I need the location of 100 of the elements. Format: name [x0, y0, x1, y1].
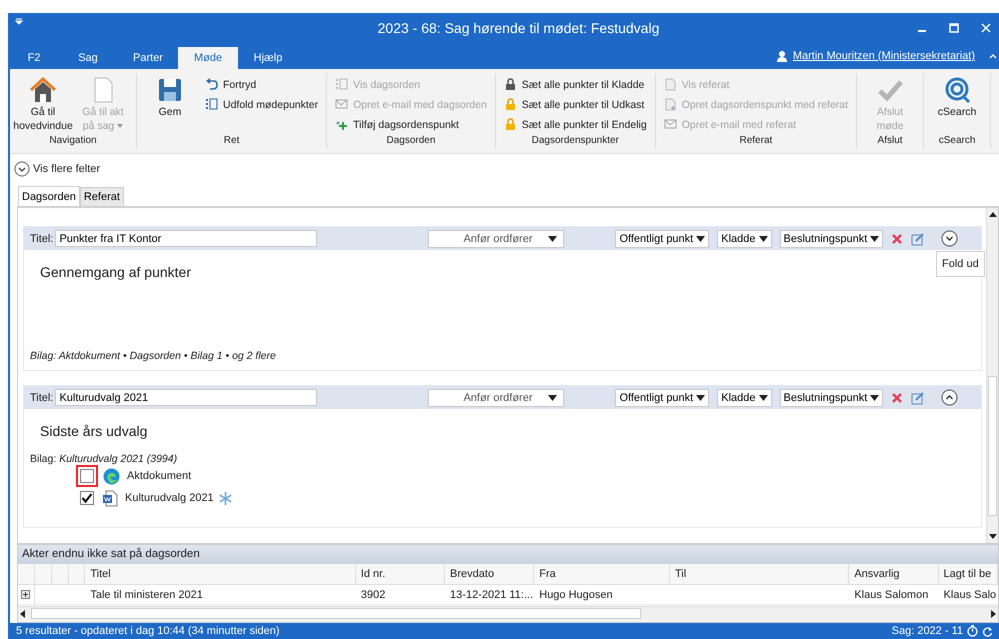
- checkbox[interactable]: [80, 491, 94, 505]
- ribbon-button[interactable]: Sæt alle punkter til Udkast: [502, 95, 649, 114]
- ribbon-tab[interactable]: Sag: [58, 47, 118, 69]
- status-dropdown[interactable]: Offentligt punkt: [615, 388, 710, 406]
- table-cell: Klaus Salo: [944, 588, 996, 600]
- ribbon-button[interactable]: Sæt alle punkter til Kladde: [502, 75, 649, 94]
- ribbon-tab[interactable]: Parter: [118, 47, 178, 69]
- horizontal-scrollbar[interactable]: [18, 606, 998, 620]
- title-label: Titel:: [30, 232, 54, 244]
- caret-icon: [696, 236, 706, 242]
- table-cell: Klaus Salomon: [854, 588, 928, 600]
- title-label: Titel:: [30, 392, 54, 404]
- column-header[interactable]: Fra: [534, 564, 670, 584]
- caret-icon: [870, 394, 880, 400]
- column-header[interactable]: Titel: [85, 564, 356, 584]
- edit-icon[interactable]: [911, 390, 926, 404]
- column-header[interactable]: Id nr.: [356, 564, 446, 584]
- caret-icon: [548, 394, 558, 400]
- document-name: Aktdokument: [127, 470, 192, 482]
- grid-title: Akter endnu ikke sat på dagsorden: [18, 545, 998, 564]
- edit-icon[interactable]: [911, 232, 926, 246]
- status-dropdown[interactable]: Beslutningspunkt: [780, 388, 884, 406]
- lock-icon: [504, 78, 517, 91]
- ribbon-group-label: Navigation: [48, 135, 98, 148]
- ribbon-tab[interactable]: Møde: [178, 47, 238, 69]
- title-field[interactable]: Kulturudvalg 2021: [55, 389, 318, 406]
- quick-access-icon[interactable]: [15, 17, 23, 25]
- checkbox[interactable]: [80, 469, 94, 483]
- ribbon-button[interactable]: Gem: [143, 73, 197, 135]
- expand-row-icon[interactable]: [21, 590, 30, 599]
- caret-icon: [548, 236, 558, 242]
- column-header[interactable]: Til: [670, 564, 850, 584]
- attachments-text: Bilag: Kulturudvalg 2021 (3994): [30, 453, 178, 465]
- envelope-icon: [664, 118, 677, 131]
- status-dropdown[interactable]: Kladde: [717, 230, 772, 248]
- browser-icon: [103, 468, 120, 484]
- ribbon-button[interactable]: Gå til hovedvindue: [16, 73, 70, 135]
- title-field[interactable]: Punkter fra IT Kontor: [55, 230, 318, 247]
- collapse-icon[interactable]: [941, 389, 958, 406]
- scroll-up-icon[interactable]: [988, 212, 996, 217]
- case-number: Sag: 2022 - 11: [892, 625, 963, 637]
- timer-icon: [967, 625, 978, 637]
- table-cell: Tale til ministeren 2021: [90, 588, 203, 600]
- content-tab[interactable]: Dagsorden: [18, 186, 80, 206]
- ribbon-tab[interactable]: F2: [10, 47, 58, 69]
- rapporteur-dropdown[interactable]: Anfør ordfører: [428, 388, 564, 406]
- status-text: 5 resultater - opdateret i dag 10:44 (34 minutter siden): [16, 625, 280, 637]
- status-dropdown[interactable]: Kladde: [717, 388, 772, 406]
- ribbon-group-label: Dagsordenspunkter: [530, 135, 620, 148]
- ribbon-button[interactable]: Fortryd: [203, 75, 320, 94]
- close-icon[interactable]: [981, 23, 991, 33]
- maximize-icon[interactable]: [949, 23, 959, 33]
- delete-icon[interactable]: [891, 392, 904, 404]
- column-header[interactable]: Brevdato: [445, 564, 534, 584]
- status-dropdown[interactable]: Beslutningspunkt: [780, 230, 884, 248]
- collapse-ribbon-icon[interactable]: [989, 53, 997, 59]
- ribbon-group-label: Referat: [738, 135, 774, 148]
- padlock-icon: [504, 118, 517, 131]
- content-tab[interactable]: Referat: [80, 187, 124, 206]
- envelope-icon: [335, 98, 348, 111]
- scroll-left-icon[interactable]: [20, 610, 25, 618]
- table-cell: Hugo Hugosen: [539, 588, 613, 600]
- ribbon-group-label: Ret: [222, 135, 240, 148]
- caret-icon: [758, 394, 768, 400]
- caret-icon: [696, 394, 706, 400]
- rapporteur-dropdown[interactable]: Anfør ordfører: [428, 230, 564, 248]
- list-icon: [205, 98, 218, 111]
- document-icon: [664, 98, 677, 111]
- undo-icon: [205, 78, 218, 91]
- column-header[interactable]: Lagt til be: [938, 564, 998, 584]
- ribbon-button[interactable]: Sæt alle punkter til Endelig: [502, 115, 649, 134]
- scroll-down-icon[interactable]: [988, 534, 996, 539]
- list-icon: [335, 78, 348, 91]
- agenda-item-heading: Gennemgang af punkter: [39, 264, 192, 280]
- ribbon-button[interactable]: cSearch: [930, 73, 984, 135]
- vertical-scrollbar[interactable]: [986, 208, 998, 543]
- more-fields-link[interactable]: Vis flere felter: [33, 163, 100, 175]
- delete-icon[interactable]: [891, 232, 904, 244]
- expand-icon[interactable]: [14, 161, 30, 177]
- window-title: 2023 - 68: Sag hørende til mødet: Festudvalg: [376, 20, 660, 36]
- ribbon-button[interactable]: Tilføj dagsordenspunkt: [333, 115, 489, 134]
- column-header[interactable]: Ansvarlig: [849, 564, 939, 584]
- ribbon-group-label: cSearch: [938, 135, 976, 148]
- ribbon-group-label: Afslut: [876, 135, 904, 148]
- ribbon-tab[interactable]: Hjælp: [238, 47, 298, 69]
- agenda-item-heading: Sidste års udvalg: [39, 423, 148, 439]
- user-icon: [776, 50, 787, 62]
- status-dropdown[interactable]: Offentligt punkt: [615, 230, 710, 248]
- scroll-right-icon[interactable]: [991, 610, 996, 618]
- home-icon: [28, 75, 58, 105]
- padlock-icon: [504, 98, 517, 111]
- expand-icon[interactable]: [941, 230, 958, 247]
- caret-icon: [870, 236, 880, 242]
- tooltip: Fold ud: [936, 251, 985, 277]
- ribbon-group-label: Dagsorden: [386, 135, 436, 148]
- refresh-icon: [982, 626, 993, 636]
- word-document-icon: [103, 490, 118, 506]
- ribbon-button[interactable]: Udfold mødepunkter: [203, 95, 320, 114]
- table-cell: 13-12-2021 11:...: [450, 588, 534, 600]
- user-link[interactable]: Martin Mouritzen (Ministersekretariat): [792, 50, 975, 62]
